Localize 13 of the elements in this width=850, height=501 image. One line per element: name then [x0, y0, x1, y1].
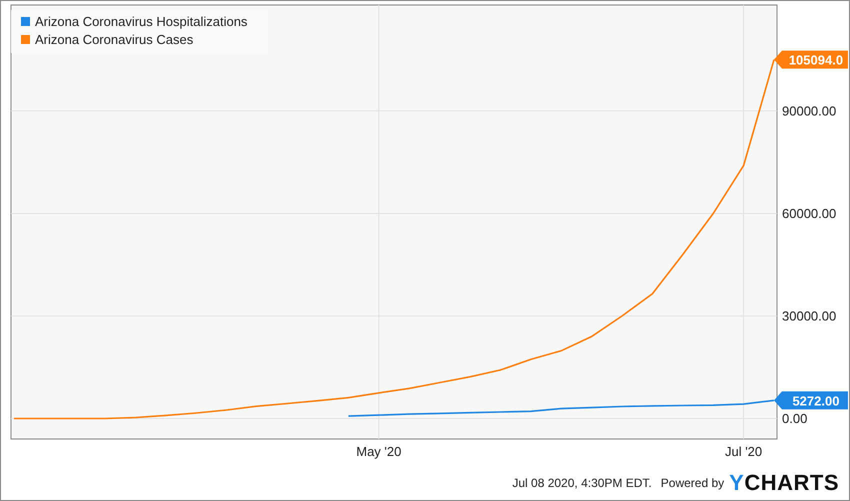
legend-label: Arizona Coronavirus Hospitalizations: [35, 14, 248, 29]
y-axis-label: 60000.00: [782, 206, 836, 221]
legend-label: Arizona Coronavirus Cases: [35, 32, 194, 47]
x-axis-label: Jul '20: [724, 444, 762, 459]
brand-logo: YCHARTS: [729, 472, 839, 494]
value-flag: 5272.00: [774, 391, 848, 410]
x-axis-label: May '20: [356, 444, 402, 459]
timestamp: Jul 08 2020, 4:30PM EDT.: [512, 476, 652, 490]
y-axis-label: 0.00: [782, 411, 808, 426]
y-axis-label: 90000.00: [782, 103, 836, 118]
value-flag: 105094.0: [774, 50, 848, 69]
y-axis-label: 30000.00: [782, 308, 836, 324]
powered-by-text: Powered by: [660, 476, 724, 490]
